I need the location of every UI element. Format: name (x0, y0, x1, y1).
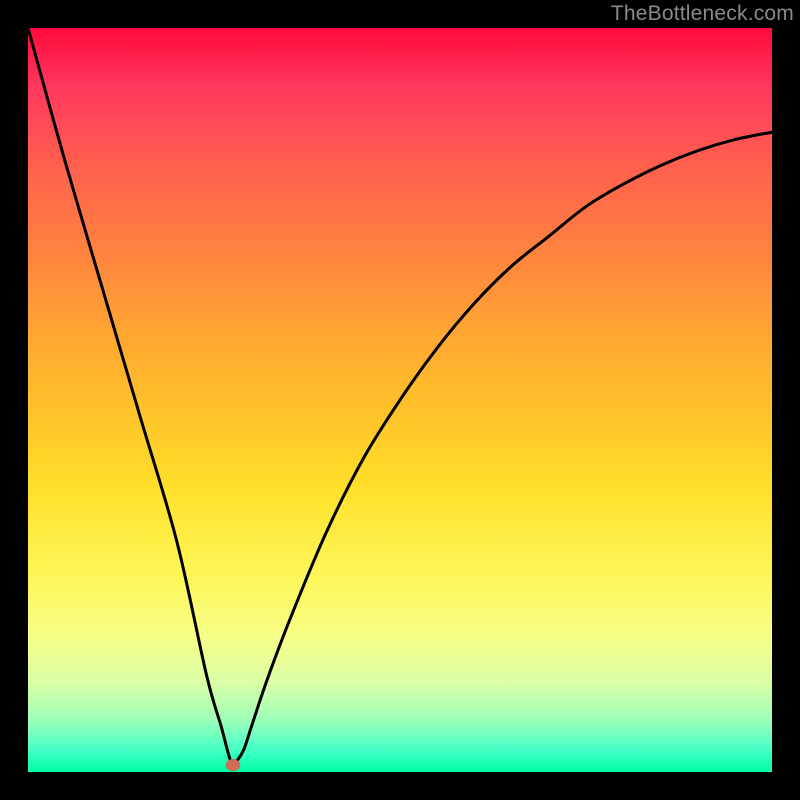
plot-area (28, 28, 772, 772)
bottleneck-curve (28, 28, 772, 772)
minimum-marker (226, 759, 240, 771)
watermark-text: TheBottleneck.com (611, 2, 794, 26)
chart-frame: TheBottleneck.com (0, 0, 800, 800)
